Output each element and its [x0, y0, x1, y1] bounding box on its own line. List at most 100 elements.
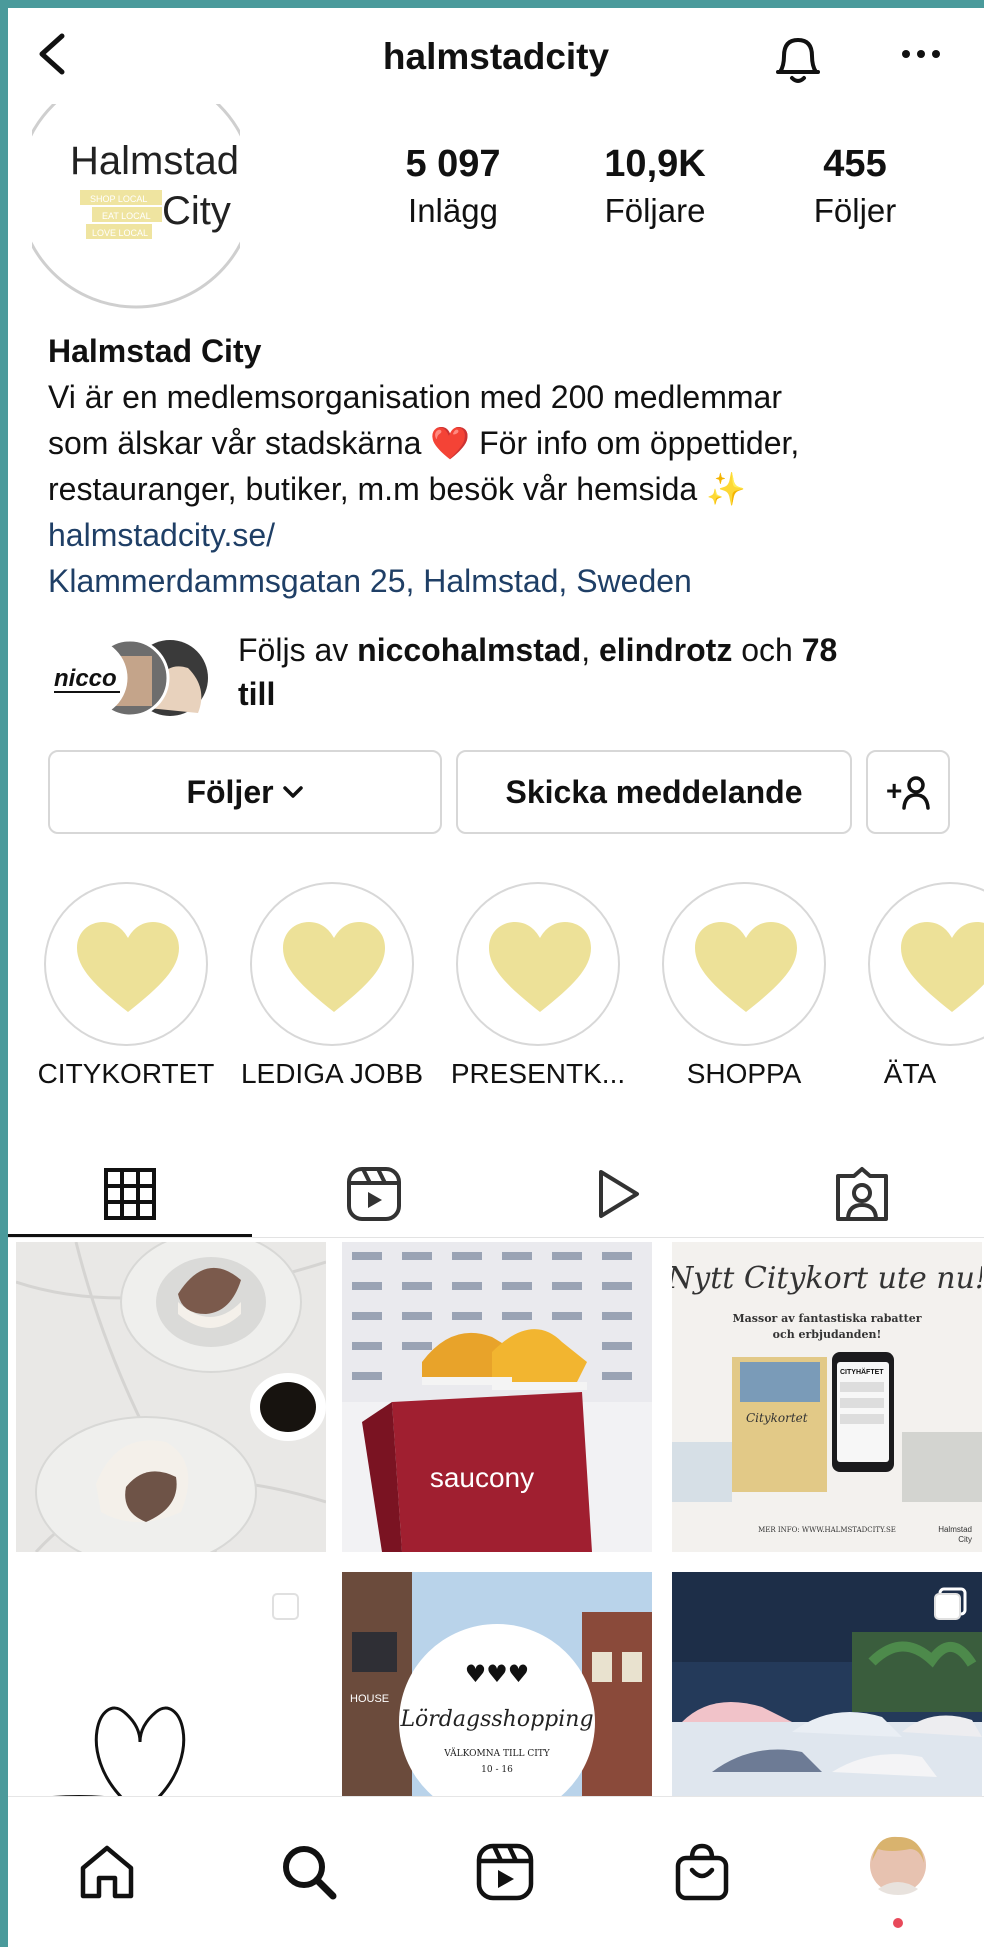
post-thumbnail-lordagsshopping[interactable]: HOUSE ♥♥♥ Lördagsshopping VÄLKOMNA TILL … [342, 1572, 652, 1796]
citykort-brand-2: City [958, 1535, 972, 1544]
send-message-button[interactable]: Skicka meddelande [456, 750, 852, 834]
stat-following-label: Följer [813, 192, 897, 229]
profile-avatar[interactable]: Halmstad SHOP LOCAL EAT LOCAL LOVE LOCAL… [16, 69, 256, 312]
multiple-photos-icon [272, 1587, 305, 1620]
heart-icon [77, 922, 179, 1012]
nicco-logo-text: nicco [54, 665, 117, 692]
add-person-icon: + [886, 775, 930, 810]
citykort-card-label: Citykortet [746, 1411, 808, 1425]
citykort-subtitle-1: Massor av fantastiska rabatter [733, 1312, 922, 1325]
highlight-shoppa[interactable] [662, 882, 826, 1046]
bottom-nav [8, 1796, 984, 1947]
multiple-photos-icon [934, 1587, 967, 1620]
house-sign-text: HOUSE [350, 1693, 389, 1705]
send-message-label: Skicka meddelande [505, 773, 803, 810]
bio-line-1: Vi är en medlemsorganisation med 200 med… [48, 379, 782, 415]
suggest-users-button[interactable]: + [866, 750, 950, 834]
post-thumbnail-citykort[interactable]: Nytt Citykort ute nu! Massor av fantasti… [672, 1242, 982, 1552]
highlight-label: SHOPPA [686, 1058, 802, 1089]
tab-divider [8, 1237, 984, 1238]
reels-icon [476, 1843, 534, 1901]
heart-icon [695, 922, 797, 1012]
tab-tagged[interactable] [740, 1144, 984, 1244]
followed-by-text: Följs av niccohalmstad, elindrotz och 78… [238, 632, 838, 712]
heart-icon [283, 922, 385, 1012]
highlight-label: LEDIGA JOBB [240, 1058, 424, 1089]
website-link[interactable]: halmstadcity.se/ [48, 512, 958, 558]
citykort-brand-1: Halmstad [938, 1525, 972, 1534]
notification-dot [893, 1918, 903, 1928]
heart-icon [489, 922, 591, 1012]
home-icon [80, 1845, 134, 1899]
post-thumbnail-saucony[interactable]: saucony [342, 1242, 652, 1552]
sparkles-emoji-icon: ✨ [706, 471, 746, 507]
highlight-label: PRESENTK... [450, 1058, 626, 1089]
citykort-footer: MER INFO: WWW.HALMSTADCITY.SE [758, 1526, 896, 1534]
highlight-label: CITYKORTET [37, 1058, 215, 1089]
avatar-logo-line1: Halmstad [70, 139, 239, 183]
play-icon [599, 1170, 639, 1218]
tab-grid[interactable] [8, 1144, 252, 1244]
citykort-title: Nytt Citykort ute nu! [672, 1261, 982, 1296]
lordags-title: Lördagsshopping [399, 1707, 593, 1732]
bell-icon[interactable] [770, 28, 826, 88]
avatar-tag-2: EAT LOCAL [102, 211, 151, 221]
profile-screen: halmstadcity Halmstad SHOP LOCAL EAT LOC… [8, 8, 984, 1947]
lordags-hearts: ♥♥♥ [465, 1660, 530, 1688]
citykort-subtitle-2: och erbjudanden! [773, 1328, 882, 1341]
top-bar: halmstadcity [8, 8, 984, 104]
tab-reels[interactable] [252, 1144, 496, 1244]
stat-posts[interactable]: 5 097 Inlägg [358, 143, 548, 230]
stat-following[interactable]: 455 Följer [760, 143, 950, 230]
tab-videos[interactable] [496, 1144, 740, 1244]
avatar-tag-3: LOVE LOCAL [92, 228, 148, 238]
address-link[interactable]: Klammerdammsgatan 25, Halmstad, Sweden [48, 558, 958, 604]
content-tabs [8, 1144, 984, 1244]
lordags-time: 10 - 16 [481, 1765, 513, 1775]
highlight-lediga-jobb[interactable] [250, 882, 414, 1046]
avatar-logo-line2: City [162, 189, 231, 233]
highlight-presentkort[interactable] [456, 882, 620, 1046]
avatar-tag-1: SHOP LOCAL [90, 194, 147, 204]
grid-icon [104, 1168, 156, 1220]
citykort-phone-label: CITYHÄFTET [840, 1368, 884, 1376]
profile-username: halmstadcity [382, 36, 610, 77]
saucony-logo-text: saucony [430, 1462, 534, 1493]
stat-followers[interactable]: 10,9K Följare [560, 143, 750, 230]
svg-text:+: + [886, 775, 902, 806]
bio-line-3: restauranger, butiker, m.m besök vår hem… [48, 471, 746, 507]
stat-following-value: 455 [823, 143, 887, 185]
profile-avatar-icon [870, 1836, 926, 1895]
reels-icon [347, 1167, 401, 1221]
highlight-ata[interactable] [868, 882, 984, 1046]
post-thumbnail-semla[interactable] [16, 1242, 326, 1552]
nav-shop[interactable] [667, 1837, 737, 1907]
stat-followers-value: 10,9K [604, 143, 706, 185]
following-button-label: Följer [186, 773, 274, 810]
post-thumbnail-heart-line[interactable] [16, 1572, 326, 1796]
nav-reels[interactable] [470, 1837, 540, 1907]
highlight-citykortet[interactable] [44, 882, 208, 1046]
nav-search[interactable] [274, 1837, 344, 1907]
stat-posts-value: 5 097 [405, 143, 501, 185]
tagged-person-icon [836, 1167, 888, 1221]
heart-icon [901, 922, 984, 1012]
search-icon [283, 1846, 337, 1900]
chevron-down-icon [282, 786, 303, 798]
stat-posts-label: Inlägg [408, 192, 498, 229]
nav-home[interactable] [72, 1837, 142, 1907]
mutual-followers-avatars: nicco [48, 638, 208, 718]
profile-display-name: Halmstad City [48, 333, 262, 369]
following-button[interactable]: Följer [48, 750, 442, 834]
bio-line-2: som älskar vår stadskärna ❤️ För info om… [48, 425, 800, 461]
highlight-label: ÄTA [883, 1058, 937, 1089]
nav-profile[interactable] [860, 1829, 936, 1905]
stat-followers-label: Följare [604, 192, 706, 229]
profile-bio: Halmstad City Vi är en medlemsorganisati… [48, 328, 958, 604]
heart-emoji-icon: ❤️ [430, 425, 471, 461]
shopping-bag-icon [675, 1843, 729, 1901]
followed-by[interactable]: nicco Följs av niccohalmstad, elindrotz … [48, 628, 968, 728]
more-options-icon[interactable] [896, 34, 946, 74]
post-thumbnail-sneakers[interactable] [672, 1572, 982, 1796]
lordags-subtitle: VÄLKOMNA TILL CITY [443, 1747, 550, 1759]
